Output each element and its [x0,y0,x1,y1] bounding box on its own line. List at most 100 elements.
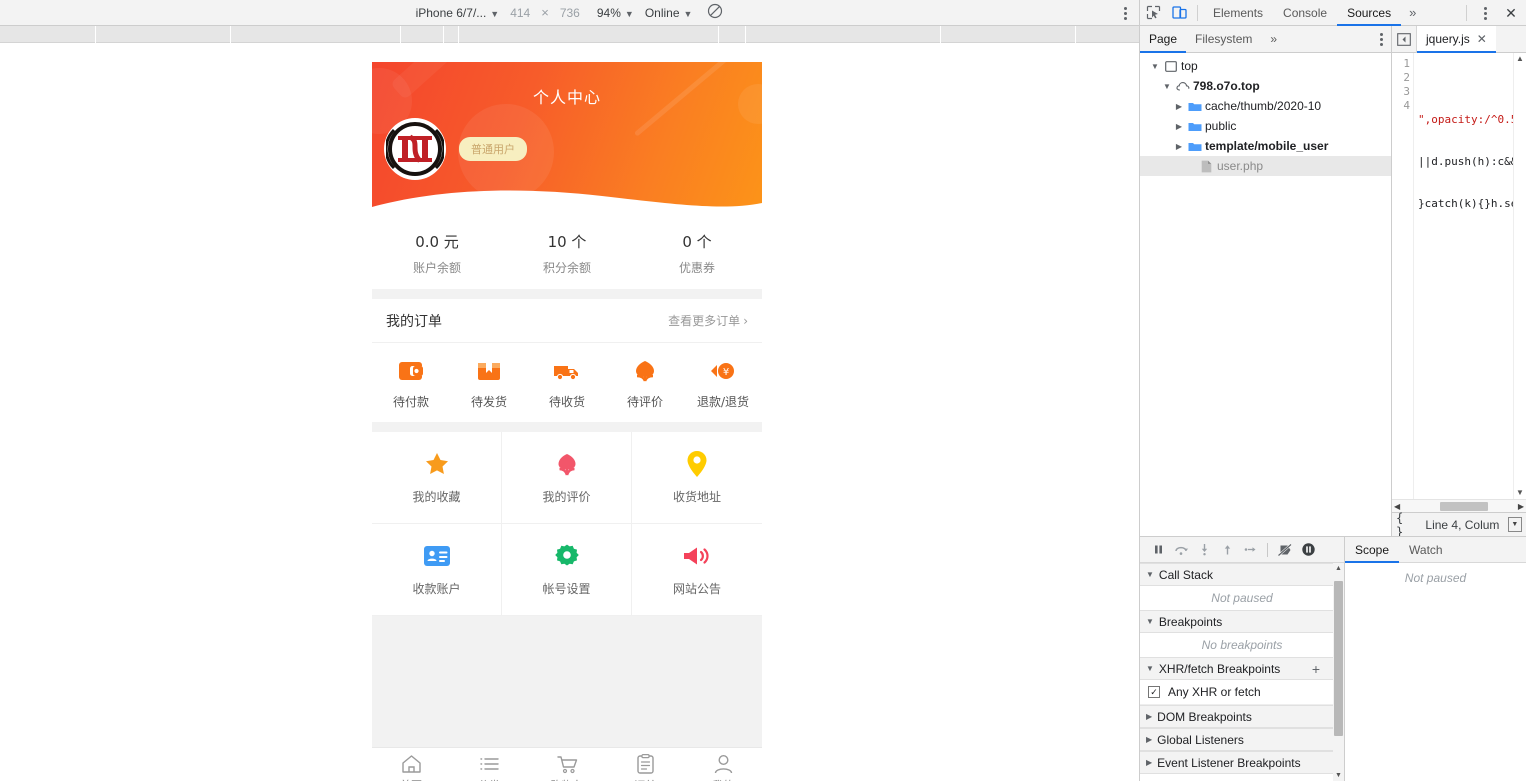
folder-icon [1186,121,1203,132]
editor-vertical-scrollbar[interactable]: ▲ ▼ [1513,53,1526,499]
chevron-down-icon[interactable]: ▼ [1146,570,1154,579]
order-status-shipping[interactable]: 待收货 [528,357,606,410]
step-out-button[interactable] [1217,540,1237,560]
tab-scope[interactable]: Scope [1345,537,1399,563]
tab-mine[interactable]: 我的 [684,752,762,781]
format-code-icon[interactable]: { } [1396,511,1416,539]
tree-node-folder-public[interactable]: ▶ public [1140,116,1391,136]
step-button[interactable] [1240,540,1260,560]
device-toolbar-more-button[interactable] [1124,0,1127,26]
scroll-up-icon[interactable]: ▲ [1333,565,1344,572]
folder-icon [1186,101,1203,112]
scroll-left-icon[interactable]: ◀ [1394,502,1400,511]
close-devtools-icon[interactable]: ✕ [1498,0,1524,26]
chevron-right-icon[interactable]: ▶ [1146,758,1152,767]
scroll-down-icon[interactable]: ▼ [1516,487,1524,499]
no-throttling-icon[interactable] [707,3,723,22]
xhr-breakpoint-row[interactable]: ✓ Any XHR or fetch [1140,680,1344,705]
more-tabs-icon[interactable]: » [1401,0,1424,26]
site-logo-avatar[interactable] [384,118,446,180]
chevron-down-icon[interactable]: ▼ [1146,664,1154,673]
tab-sources[interactable]: Sources [1337,0,1401,26]
tab-orders[interactable]: 订单 [606,752,684,781]
scroll-right-icon[interactable]: ▶ [1518,502,1524,511]
pause-script-button[interactable] [1148,540,1168,560]
nav-more-icon[interactable]: » [1261,26,1286,53]
editor-horizontal-scrollbar[interactable]: ◀ ▶ [1392,499,1526,512]
chevron-right-icon[interactable]: ▶ [1172,142,1186,151]
deactivate-breakpoints-button[interactable] [1275,540,1295,560]
divider [1466,5,1467,21]
scroll-down-icon[interactable]: ▼ [1333,772,1344,779]
tab-console[interactable]: Console [1273,0,1337,26]
inspect-element-icon[interactable] [1140,0,1166,26]
section-call-stack[interactable]: ▼ Call Stack [1140,563,1344,586]
chevron-right-icon[interactable]: ▶ [1172,122,1186,131]
more-tools-icon[interactable] [1472,0,1498,26]
nav-tab-filesystem[interactable]: Filesystem [1186,26,1261,53]
chevron-right-icon[interactable]: ▶ [1172,102,1186,111]
zoom-selector[interactable]: 94% ▼ [597,6,634,20]
tree-node-folder-template[interactable]: ▶ template/mobile_user [1140,136,1391,156]
tab-watch[interactable]: Watch [1399,537,1453,563]
box-icon [450,357,528,385]
section-xhr-breakpoints[interactable]: ▼ XHR/fetch Breakpoints + [1140,657,1344,680]
order-status-label: 退款/退货 [684,393,762,410]
grid-item-announcements[interactable]: 网站公告 [632,524,762,616]
grid-item-payout-account[interactable]: 收款账户 [372,524,502,616]
collapse-sidebar-icon[interactable] [1392,26,1417,53]
grid-item-address[interactable]: 收货地址 [632,432,762,524]
tab-category[interactable]: 分类 [450,752,528,781]
section-event-listener-breakpoints[interactable]: ▶ Event Listener Breakpoints [1140,751,1344,774]
code-content[interactable]: ",opacity:/^0.5 ||d.push(h):c&& }catch(k… [1414,53,1526,512]
grid-item-account-settings[interactable]: 帐号设置 [502,524,632,616]
close-icon[interactable]: ✕ [1477,32,1487,46]
order-status-review[interactable]: 待评价 [606,357,684,410]
code-editor[interactable]: 1 2 3 4 ",opacity:/^0.5 ||d.push(h):c&& … [1392,53,1526,512]
view-more-orders-link[interactable]: 查看更多订单 › [668,312,748,329]
tree-node-file-userphp[interactable]: ▶ user.php [1140,156,1391,176]
chevron-down-icon[interactable]: ▼ [1160,82,1174,91]
scrollbar-thumb[interactable] [1334,581,1343,736]
stat-balance[interactable]: 0.0 元 账户余额 [372,231,502,276]
xhr-breakpoint-checkbox[interactable]: ✓ [1148,686,1160,698]
breakpoints-scrollbar[interactable]: ▲ ▼ [1333,563,1344,781]
network-throttle-selector[interactable]: Online ▼ [645,6,693,20]
tab-cart[interactable]: 购物车 [528,752,606,781]
add-xhr-breakpoint-icon[interactable]: + [1312,661,1320,677]
stat-points[interactable]: 10 个 积分余额 [502,231,632,276]
section-dom-breakpoints[interactable]: ▶ DOM Breakpoints [1140,705,1344,728]
viewport-width-input[interactable]: 414 [510,6,530,20]
order-status-unshipped[interactable]: 待发货 [450,357,528,410]
device-selector[interactable]: iPhone 6/7/... ▼ [416,6,500,20]
navigator-more-options-icon[interactable] [1380,26,1383,53]
scrollbar-thumb[interactable] [1440,502,1488,511]
scroll-up-icon[interactable]: ▲ [1516,53,1524,65]
grid-item-favorites[interactable]: 我的收藏 [372,432,502,524]
chevron-right-icon[interactable]: ▶ [1146,735,1152,744]
step-over-button[interactable] [1171,540,1191,560]
viewport-height-input[interactable]: 736 [560,6,580,20]
tree-node-folder-cache[interactable]: ▶ cache/thumb/2020-10 [1140,96,1391,116]
section-global-listeners[interactable]: ▶ Global Listeners [1140,728,1344,751]
tab-elements[interactable]: Elements [1203,0,1273,26]
chevron-down-icon[interactable]: ▼ [1146,617,1154,626]
stat-coupons[interactable]: 0 个 优惠券 [632,231,762,276]
tree-node-origin[interactable]: ▼ 798.o7o.top [1140,76,1391,96]
grid-item-reviews[interactable]: 我的评价 [502,432,632,524]
nav-tab-page[interactable]: Page [1140,26,1186,53]
tree-node-top[interactable]: ▼ top [1140,56,1391,76]
chevron-down-icon[interactable]: ▼ [1148,62,1162,71]
chevron-down-icon[interactable]: ▼ [1508,517,1522,532]
tab-home[interactable]: 首页 [372,752,450,781]
pause-on-exceptions-button[interactable] [1298,540,1318,560]
flower-pink-icon [554,451,580,477]
order-status-refund[interactable]: ¥ 退款/退货 [684,357,762,410]
step-into-button[interactable] [1194,540,1214,560]
order-status-unpaid[interactable]: 待付款 [372,357,450,410]
chevron-right-icon[interactable]: ▶ [1146,712,1152,721]
section-breakpoints[interactable]: ▼ Breakpoints [1140,610,1344,633]
editor-tab-jquery[interactable]: jquery.js ✕ [1417,26,1496,53]
sources-panel: Page Filesystem » ▼ top [1140,26,1526,781]
toggle-device-toolbar-icon[interactable] [1166,0,1192,26]
